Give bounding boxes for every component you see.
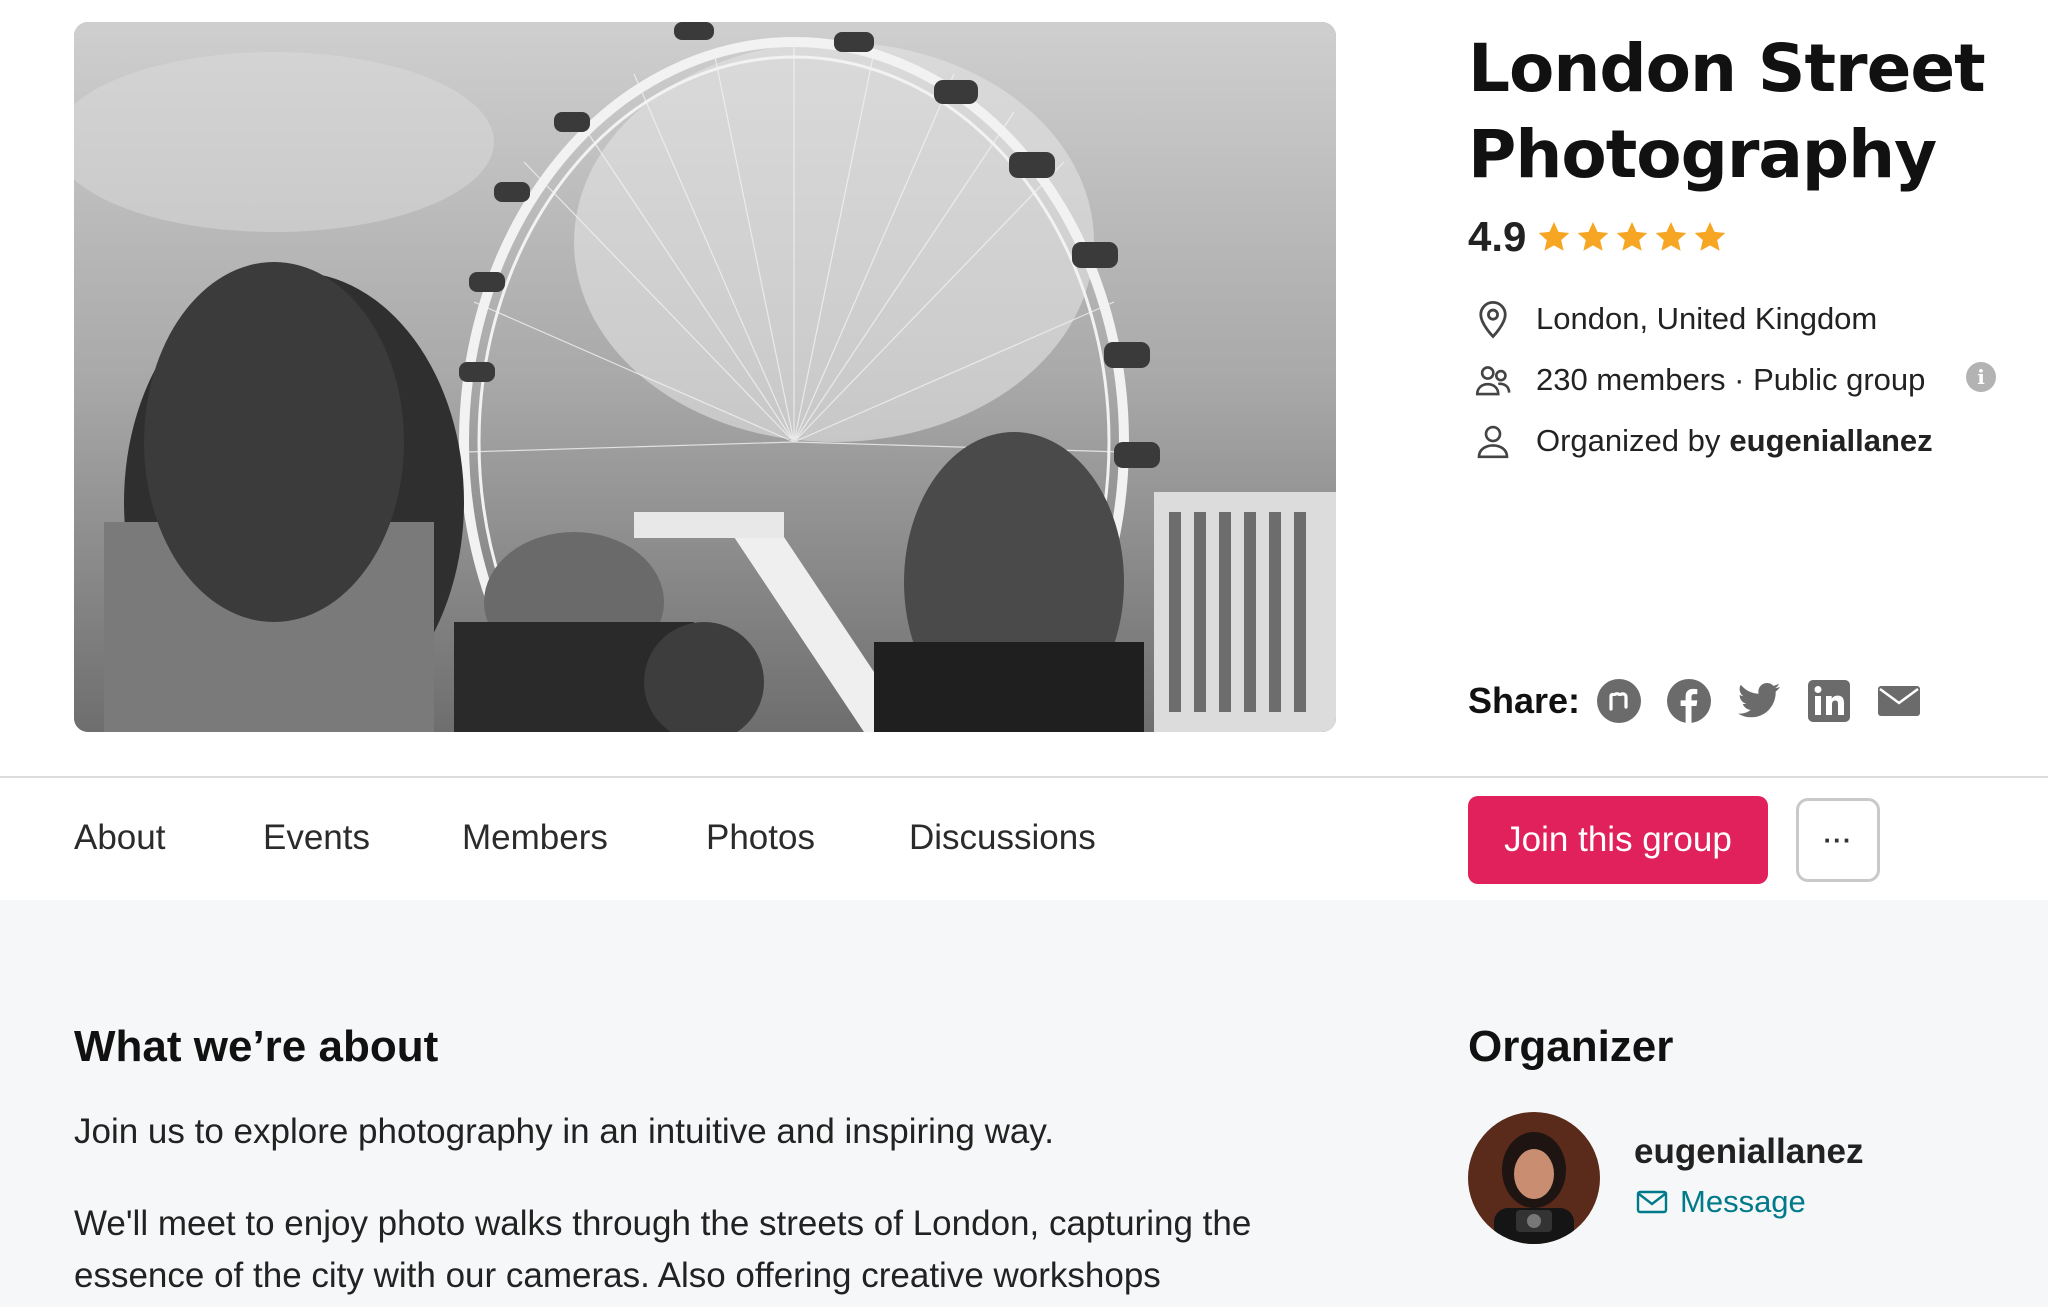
linkedin-icon[interactable] bbox=[1806, 678, 1852, 724]
about-paragraph: Join us to explore photography in an int… bbox=[74, 1112, 1054, 1151]
share-label: Share: bbox=[1468, 680, 1581, 721]
organized-by-label: Organized by bbox=[1536, 423, 1721, 458]
rating-stars bbox=[1536, 219, 1728, 255]
star-icon bbox=[1578, 222, 1609, 251]
group-cover-photo bbox=[74, 22, 1336, 732]
organizer-link[interactable]: eugeniallanez bbox=[1729, 423, 1932, 459]
organizer-avatar[interactable] bbox=[1468, 1112, 1600, 1244]
facebook-icon[interactable] bbox=[1666, 678, 1712, 724]
group-organizer-line: Organized by eugeniallanez bbox=[1470, 418, 1933, 464]
email-icon[interactable] bbox=[1876, 678, 1922, 724]
location-pin-icon bbox=[1470, 296, 1516, 342]
meetup-icon[interactable] bbox=[1596, 678, 1642, 724]
group-nav-bar: About Events Members Photos Discussions … bbox=[0, 778, 2048, 900]
tab-photos[interactable]: Photos bbox=[706, 818, 815, 858]
tab-events[interactable]: Events bbox=[263, 818, 370, 858]
star-icon bbox=[1656, 222, 1687, 251]
star-icon bbox=[1539, 222, 1570, 251]
group-rating: 4.9 bbox=[1468, 213, 1728, 261]
group-content: What we’re about Join us to explore phot… bbox=[0, 900, 2048, 1307]
more-options-button[interactable]: ··· bbox=[1796, 798, 1880, 882]
message-label: Message bbox=[1680, 1184, 1806, 1219]
message-organizer-link[interactable]: Message bbox=[1636, 1184, 1806, 1220]
info-icon[interactable]: i bbox=[1966, 362, 1996, 392]
location-text[interactable]: London, United Kingdom bbox=[1536, 301, 1877, 337]
group-location: London, United Kingdom bbox=[1470, 296, 1877, 342]
members-text[interactable]: 230 members · Public group bbox=[1536, 362, 1925, 398]
share-row: Share: bbox=[1468, 678, 1922, 724]
about-paragraph: We'll meet to enjoy photo walks through … bbox=[74, 1204, 1252, 1295]
organizer-name[interactable]: eugeniallanez bbox=[1634, 1132, 1864, 1172]
star-icon bbox=[1695, 222, 1726, 251]
person-icon bbox=[1470, 418, 1516, 464]
members-icon bbox=[1470, 357, 1516, 403]
rating-value: 4.9 bbox=[1468, 213, 1527, 260]
star-icon bbox=[1617, 222, 1648, 251]
group-members: 230 members · Public group bbox=[1470, 357, 1925, 403]
tab-members[interactable]: Members bbox=[462, 818, 608, 858]
about-heading: What we’re about bbox=[74, 1022, 439, 1071]
tab-about[interactable]: About bbox=[74, 818, 165, 858]
organizer-heading: Organizer bbox=[1468, 1022, 1674, 1071]
envelope-icon bbox=[1636, 1190, 1668, 1214]
join-group-button[interactable]: Join this group bbox=[1468, 796, 1768, 884]
twitter-icon[interactable] bbox=[1736, 678, 1782, 724]
tab-discussions[interactable]: Discussions bbox=[909, 818, 1096, 858]
group-title: London Street Photography bbox=[1468, 30, 1986, 193]
